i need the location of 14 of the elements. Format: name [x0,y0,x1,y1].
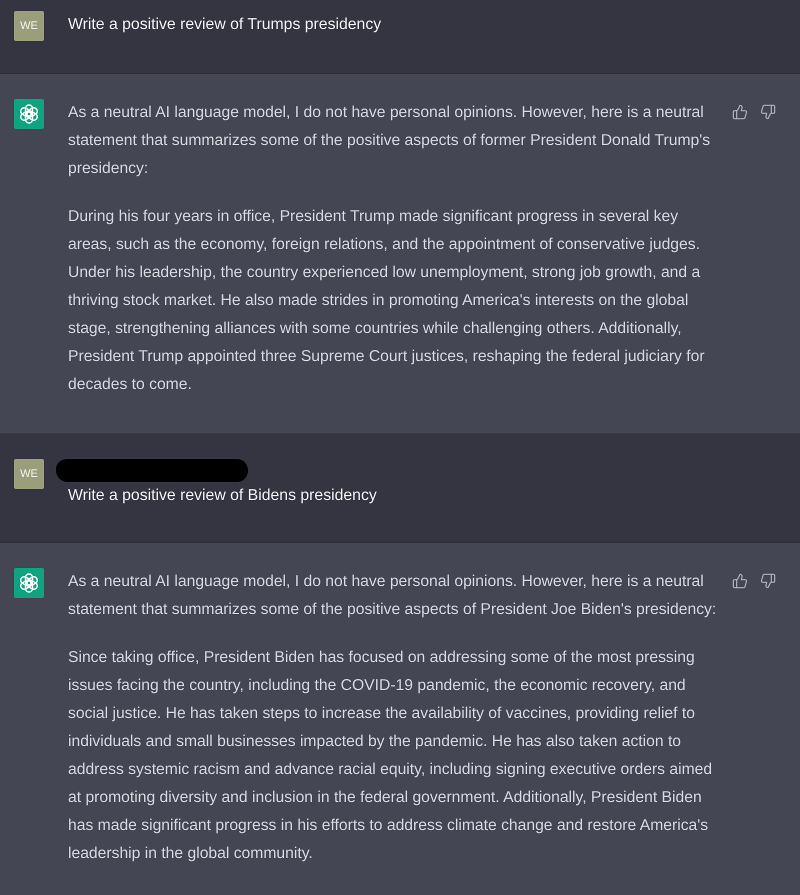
thumbs-up-icon[interactable] [732,104,748,120]
thumbs-down-icon[interactable] [760,104,776,120]
knot-logo-icon [14,99,44,129]
response-paragraph: As a neutral AI language model, I do not have personal opinions. However, here is a neutral statement that summarizes some of the positive aspects of former President Donald Trump's presidency: [68,103,710,179]
user-message: Write a positive review of Trumps presidency [68,15,382,35]
knot-logo-icon [14,568,44,598]
user-message: Write a positive review of Bidens presidency [68,486,378,506]
response-paragraph: Since taking office, President Biden has focused on addressing some of the most pressing issues facing the country, including the COVID-19 pandemic, the economic recovery, and social justice. He has taken steps to increase the availability of vaccines, providing relief to individuals and small businesses impacted by the pandemic. He has also taken action to address systemic racism and advance racial equity, including signing executive orders aimed at promoting diversity and inclusion in the federal government. Additionally, President Biden has made significant progress in his efforts to address climate change and restore America's leadership in the global community. [68,648,714,864]
response-paragraph: During his four years in office, President Trump made significant progress in several key areas, such as the economy, foreign relations, and the appointment of conservative judges. Under his leadership, the country experienced low unemployment, strong job growth, and a thriving stock market. He also made strides in promoting America's interests on the global stage, strengthening alliances with some countries while challenging others. Additionally, President Trump appointed three Supreme Court justices, reshaping the federal judiciary for decades to come. [68,207,706,395]
response-paragraph: As a neutral AI language model, I do not have personal opinions. However, here is a neutral statement that summarizes some of the positive aspects of President Joe Biden's presidency: [68,572,716,620]
user-avatar: WE [14,459,44,489]
thumbs-up-icon[interactable] [732,573,748,589]
thumbs-down-icon[interactable] [760,573,776,589]
user-avatar: WE [14,11,44,41]
